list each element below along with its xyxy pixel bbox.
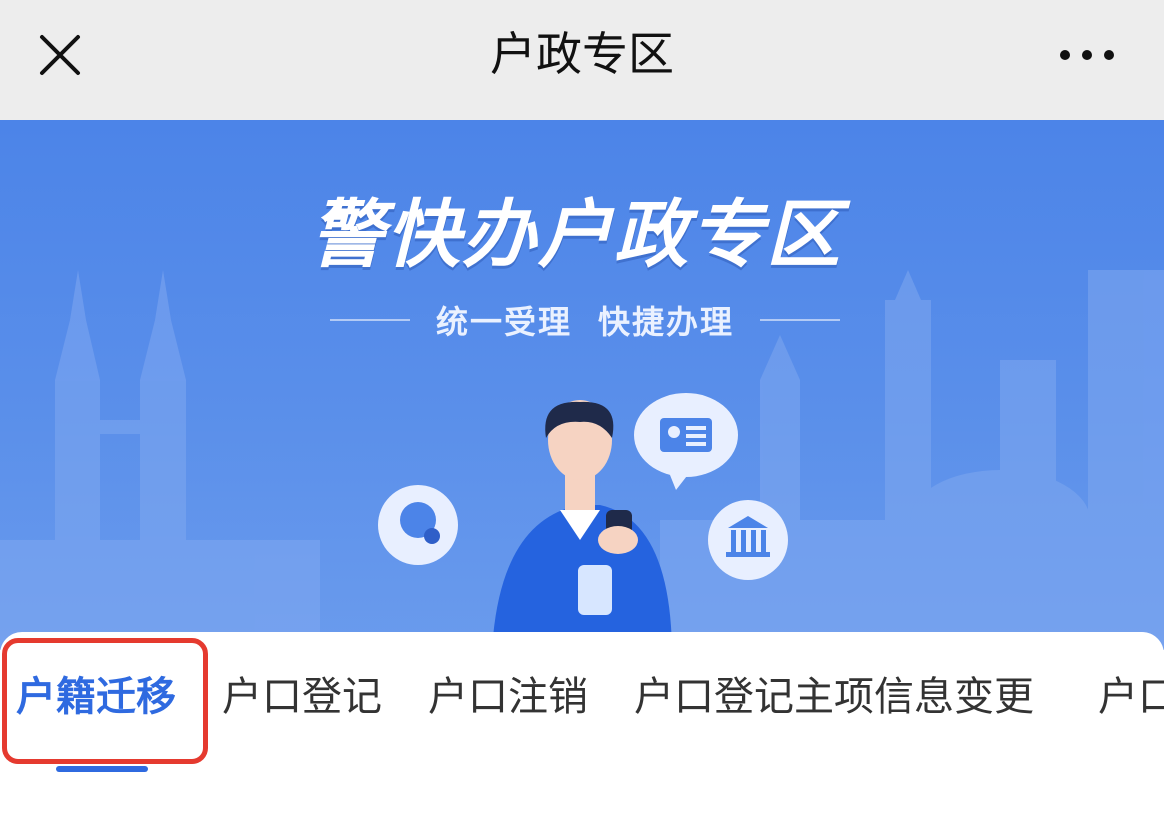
top-navigation-bar: 户政专区 — [0, 0, 1164, 120]
bank-icon — [708, 500, 788, 580]
tab-huji-qianyi[interactable]: 户籍迁移 — [16, 672, 176, 722]
id-card-bubble — [634, 393, 738, 490]
tab-hukou-dengji-zhuxiang-biangeng[interactable]: 户口登记主项信息变更 — [634, 672, 1034, 722]
tab-hukou-partial[interactable]: 户口 — [1098, 672, 1164, 722]
more-icon[interactable] — [1052, 30, 1122, 80]
divider — [329, 319, 410, 321]
category-tabs: 户籍迁移 户口登记 户口注销 户口登记主项信息变更 户口 — [0, 632, 1164, 773]
banner-subtitle-left: 统一受理 — [435, 303, 572, 341]
banner-subtitle-row: 统一受理 快捷办理 — [320, 298, 850, 342]
divider — [760, 319, 841, 321]
content-area — [0, 772, 1164, 828]
face-icon — [378, 485, 458, 565]
page-title: 户政专区 — [490, 27, 674, 81]
tab-hukou-dengji[interactable]: 户口登记 — [222, 672, 382, 722]
banner-title: 警快办户政专区 — [310, 192, 842, 278]
banner: 警快办户政专区 统一受理 快捷办理 — [0, 120, 1164, 650]
banner-subtitle-right: 快捷办理 — [598, 303, 735, 341]
tab-hukou-zhuxiao[interactable]: 户口注销 — [428, 672, 588, 722]
